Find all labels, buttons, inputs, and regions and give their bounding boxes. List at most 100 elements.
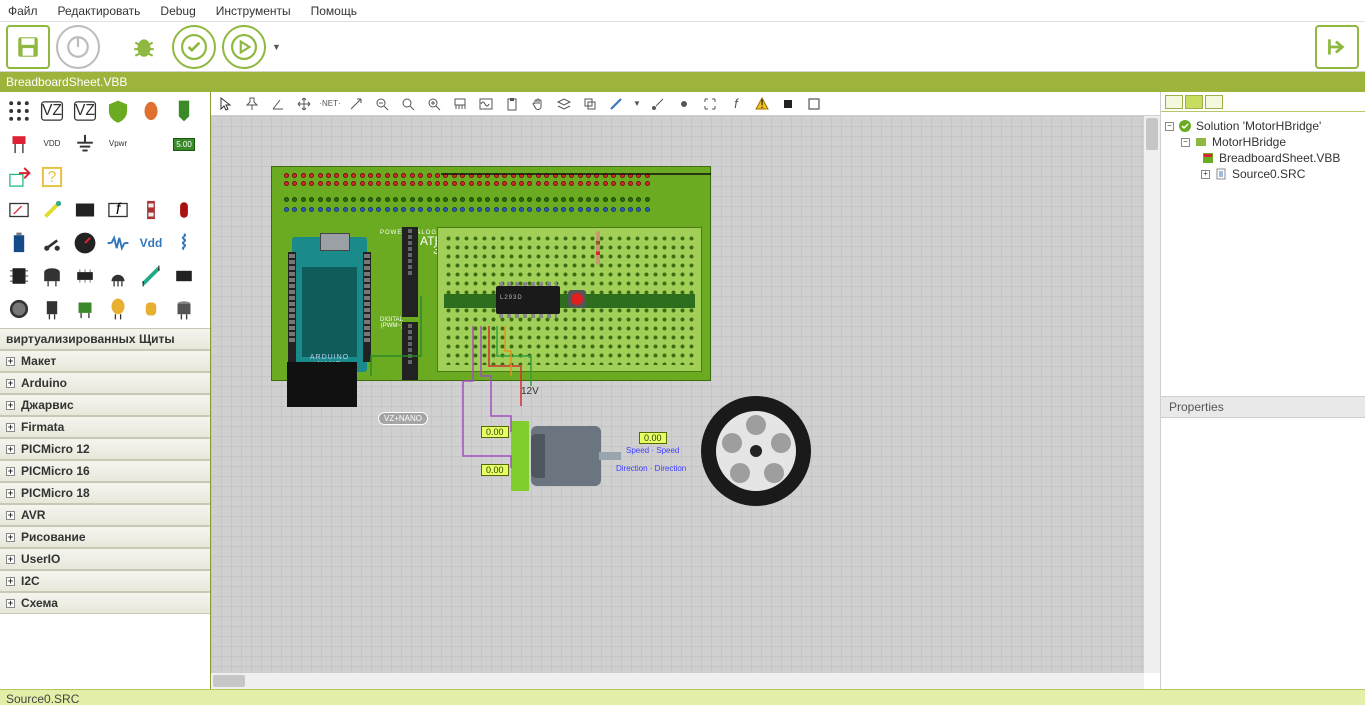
- ct-hand[interactable]: [529, 95, 547, 113]
- run-button[interactable]: [222, 25, 266, 69]
- ct-warning[interactable]: !: [753, 95, 771, 113]
- tool-gnd-icon[interactable]: [70, 129, 100, 159]
- ct-scope[interactable]: [477, 95, 495, 113]
- tool-red-conn[interactable]: [4, 129, 34, 159]
- tool-pot[interactable]: [37, 294, 67, 324]
- tool-ic-chip[interactable]: [70, 261, 100, 291]
- expand-icon[interactable]: +: [6, 511, 15, 520]
- expand-icon[interactable]: +: [6, 599, 15, 608]
- ct-net[interactable]: ·NET·: [321, 95, 339, 113]
- expand-icon[interactable]: +: [1201, 170, 1210, 179]
- category-i2c[interactable]: +I2C: [0, 570, 210, 592]
- bug-button[interactable]: [122, 25, 166, 69]
- expand-icon[interactable]: +: [6, 467, 15, 476]
- arduino-nano[interactable]: ARDUINO NANO: [292, 237, 367, 372]
- category-drawing[interactable]: +Рисование: [0, 526, 210, 548]
- check-button[interactable]: [172, 25, 216, 69]
- category-avr[interactable]: +AVR: [0, 504, 210, 526]
- ct-pin[interactable]: [243, 95, 261, 113]
- menu-help[interactable]: Помощь: [311, 4, 357, 18]
- tool-lcd[interactable]: [70, 195, 100, 225]
- tool-green-tag[interactable]: [169, 96, 199, 126]
- category-shields[interactable]: виртуализированных Щиты: [0, 328, 210, 350]
- ct-line[interactable]: [607, 95, 625, 113]
- category-pic18[interactable]: +PICMicro 18: [0, 482, 210, 504]
- tool-conn-green[interactable]: [70, 294, 100, 324]
- expand-icon[interactable]: +: [6, 401, 15, 410]
- category-arduino[interactable]: +Arduino: [0, 372, 210, 394]
- tool-cap[interactable]: [37, 261, 67, 291]
- tool-vpwr[interactable]: Vpwr: [103, 129, 133, 159]
- resistor[interactable]: [596, 231, 600, 265]
- header-analog[interactable]: [402, 227, 418, 317]
- tool-vz-shield2[interactable]: VZ: [70, 96, 100, 126]
- collapse-icon[interactable]: −: [1165, 122, 1174, 131]
- solution-tree[interactable]: − Solution 'MotorHBridge' − MotorHBridge…: [1161, 112, 1365, 396]
- save-button[interactable]: [6, 25, 50, 69]
- ct-arrow[interactable]: [347, 95, 365, 113]
- tree-source[interactable]: + Source0.SRC: [1165, 166, 1361, 182]
- run-dropdown-icon[interactable]: ▼: [272, 42, 281, 52]
- category-maket[interactable]: +Макет: [0, 350, 210, 372]
- expand-icon[interactable]: +: [6, 577, 15, 586]
- tool-switch[interactable]: [37, 228, 67, 258]
- tool-ecap[interactable]: [169, 294, 199, 324]
- tool-pin-grid[interactable]: [4, 96, 34, 126]
- expand-icon[interactable]: +: [6, 379, 15, 388]
- tool-relay[interactable]: [169, 261, 199, 291]
- tool-5v-display[interactable]: 5.00: [169, 129, 199, 159]
- ct-layers[interactable]: [555, 95, 573, 113]
- ct-wire[interactable]: [649, 95, 667, 113]
- ct-fx[interactable]: f: [727, 95, 745, 113]
- tool-resistor[interactable]: [103, 228, 133, 258]
- ct-zoom-out[interactable]: [373, 95, 391, 113]
- category-pic16[interactable]: +PICMicro 16: [0, 460, 210, 482]
- menu-debug[interactable]: Debug: [160, 4, 195, 18]
- tool-probe[interactable]: [37, 195, 67, 225]
- motor-terminal[interactable]: [511, 421, 529, 491]
- ct-zoom-fit[interactable]: [399, 95, 417, 113]
- tool-transistor[interactable]: [103, 261, 133, 291]
- expand-icon[interactable]: +: [6, 423, 15, 432]
- view-tab-1[interactable]: [1165, 95, 1183, 109]
- tool-vdd2[interactable]: Vdd: [136, 228, 166, 258]
- category-schema[interactable]: +Схема: [0, 592, 210, 614]
- tool-led-red[interactable]: [169, 195, 199, 225]
- tool-motor-icon[interactable]: [4, 294, 34, 324]
- tool-vz-shield[interactable]: VZ: [37, 96, 67, 126]
- vertical-scrollbar[interactable]: [1144, 116, 1160, 673]
- view-tab-2[interactable]: [1185, 95, 1203, 109]
- menu-file[interactable]: Файл: [8, 4, 38, 18]
- category-jarvis[interactable]: +Джарвис: [0, 394, 210, 416]
- expand-icon[interactable]: +: [6, 489, 15, 498]
- tool-spring[interactable]: [169, 228, 199, 258]
- tool-help[interactable]: ?: [37, 162, 67, 192]
- tree-sheet[interactable]: BreadboardSheet.VBB: [1165, 150, 1361, 166]
- power-button[interactable]: [56, 25, 100, 69]
- ct-angle[interactable]: [269, 95, 287, 113]
- wheel[interactable]: [701, 396, 811, 506]
- ct-pointer[interactable]: [217, 95, 235, 113]
- tool-green-shield[interactable]: [103, 96, 133, 126]
- tool-vdd[interactable]: VDD: [37, 129, 67, 159]
- tool-diode[interactable]: [136, 261, 166, 291]
- category-firmata[interactable]: +Firmata: [0, 416, 210, 438]
- source-tab[interactable]: Source0.SRC: [0, 689, 1365, 705]
- breadboard[interactable]: L293D: [437, 227, 702, 372]
- category-pic12[interactable]: +PICMicro 12: [0, 438, 210, 460]
- ct-junction[interactable]: [675, 95, 693, 113]
- tool-import[interactable]: [4, 162, 34, 192]
- menu-tools[interactable]: Инструменты: [216, 4, 291, 18]
- ct-brush[interactable]: [451, 95, 469, 113]
- ct-move[interactable]: [295, 95, 313, 113]
- view-tab-3[interactable]: [1205, 95, 1223, 109]
- expand-icon[interactable]: +: [6, 533, 15, 542]
- tool-meter[interactable]: [4, 195, 34, 225]
- ct-box[interactable]: [805, 95, 823, 113]
- goto-button[interactable]: [1315, 25, 1359, 69]
- ct-chip[interactable]: [779, 95, 797, 113]
- tool-orange-comp[interactable]: [136, 96, 166, 126]
- tool-battery[interactable]: [4, 228, 34, 258]
- tool-gauge[interactable]: [70, 228, 100, 258]
- canvas[interactable]: /*placeholder*/ ARDUINO NANO POWER ANALO…: [211, 116, 1160, 689]
